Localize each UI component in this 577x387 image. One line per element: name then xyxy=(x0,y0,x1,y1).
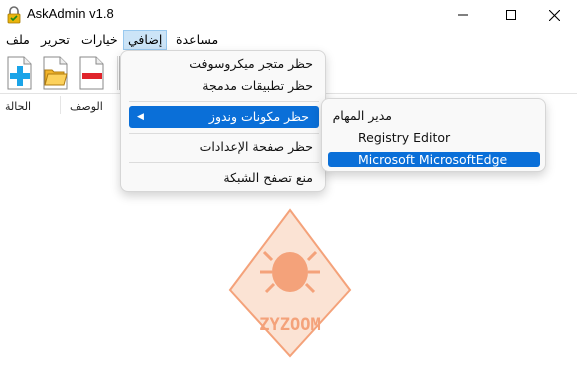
title-bar: AskAdmin v1.8 xyxy=(0,0,577,30)
menu-edit[interactable]: تحرير xyxy=(37,30,74,50)
submenu-item-microsoft-edge[interactable]: Microsoft MicrosoftEdge xyxy=(328,152,540,167)
add-icon xyxy=(7,56,32,90)
menu-separator xyxy=(129,133,319,134)
remove-button[interactable] xyxy=(76,56,106,90)
minimize-button[interactable] xyxy=(440,0,486,30)
windows-components-submenu: مدير المهام Registry Editor Microsoft Mi… xyxy=(321,98,546,172)
menu-item-block-builtin-apps[interactable]: حظر تطبيقات مدمجة xyxy=(125,75,323,97)
menu-item-block-windows-components[interactable]: ◀ حظر مكونات وندوز xyxy=(129,106,319,128)
menu-item-block-store[interactable]: حظر متجر ميكروسوفت xyxy=(125,53,323,75)
minimize-icon xyxy=(458,14,468,16)
remove-icon xyxy=(79,56,104,90)
window-title: AskAdmin v1.8 xyxy=(27,6,114,21)
menu-bar: ملف تحرير خيارات إضافي مساعدة xyxy=(0,30,577,50)
maximize-icon xyxy=(506,10,516,20)
column-header-description[interactable]: الوصف xyxy=(70,100,103,113)
watermark-text: ZYZOOM xyxy=(259,315,320,335)
maximize-button[interactable] xyxy=(488,0,534,30)
menu-help[interactable]: مساعدة xyxy=(172,30,222,50)
menu-options[interactable]: خيارات xyxy=(77,30,122,50)
app-lock-icon xyxy=(7,6,21,24)
menu-item-prevent-network-browsing[interactable]: منع تصفح الشبكة xyxy=(125,167,323,189)
submenu-arrow-icon: ◀ xyxy=(137,112,144,122)
zyzoom-watermark: ZYZOOM xyxy=(228,208,352,358)
column-header-status[interactable]: الحالة xyxy=(5,100,31,113)
menu-separator xyxy=(129,101,319,102)
menu-extra[interactable]: إضافي xyxy=(123,30,168,50)
submenu-item-registry-editor[interactable]: Registry Editor xyxy=(326,127,542,149)
menu-file[interactable]: ملف xyxy=(2,30,34,50)
extra-menu-dropdown: حظر متجر ميكروسوفت حظر تطبيقات مدمجة ◀ ح… xyxy=(120,50,326,192)
open-folder-icon xyxy=(43,56,68,90)
open-button[interactable] xyxy=(40,56,70,90)
menu-item-block-settings[interactable]: حظر صفحة الإعدادات xyxy=(125,136,323,158)
close-icon xyxy=(548,9,560,21)
column-separator xyxy=(60,96,61,114)
add-button[interactable] xyxy=(4,56,34,90)
close-button[interactable] xyxy=(531,0,577,30)
submenu-item-task-manager[interactable]: مدير المهام xyxy=(326,105,542,127)
menu-separator xyxy=(129,162,319,163)
